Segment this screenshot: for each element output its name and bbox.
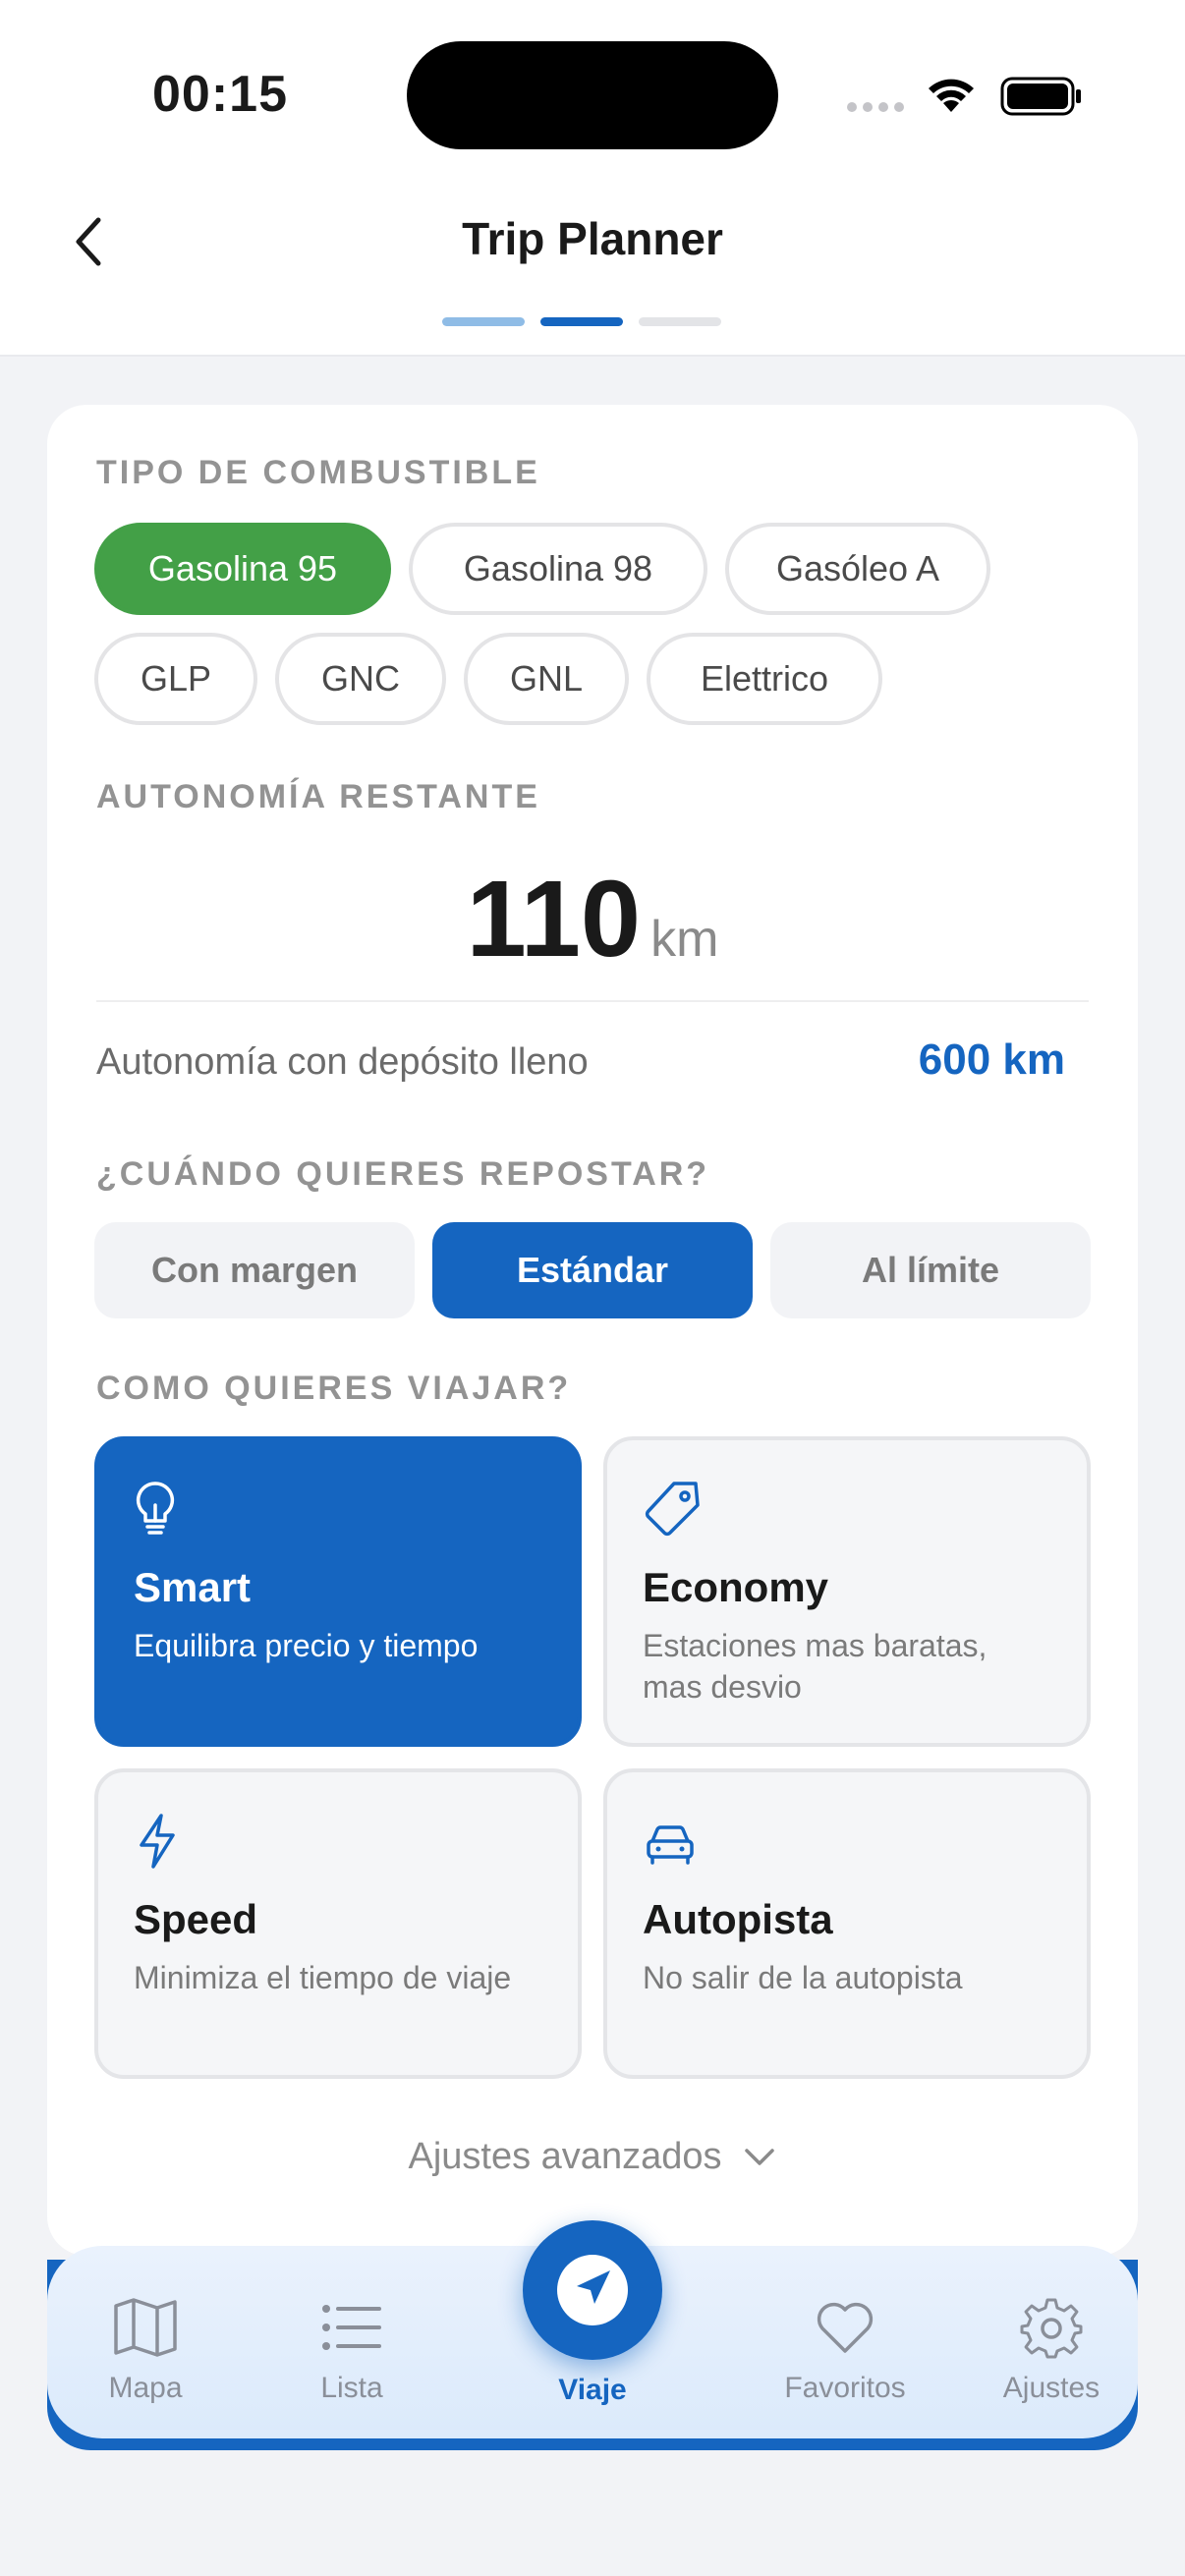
price-tag-icon: [645, 1482, 700, 1537]
nav-label: Lista: [320, 2372, 383, 2404]
step-indicator-2: [540, 317, 623, 326]
page-title: Trip Planner: [462, 213, 723, 264]
travel-mode-label: COMO QUIERES VIAJAR?: [96, 1370, 572, 1407]
remaining-range-label: AUTONOMÍA RESTANTE: [96, 778, 540, 815]
mode-description: Equilibra precio y tiempo: [134, 1628, 479, 1663]
step-progress: [442, 317, 721, 326]
fuel-chip-gasoleo-a[interactable]: Gasóleo A: [725, 523, 990, 615]
refuel-when-label: ¿CUÁNDO QUIERES REPOSTAR?: [96, 1155, 710, 1193]
nav-item-ajustes[interactable]: Ajustes: [953, 2293, 1150, 2405]
fuel-chip-gasolina-95[interactable]: Gasolina 95: [94, 523, 391, 615]
mode-description: No salir de la autopista: [643, 1960, 963, 1995]
map-icon: [114, 2298, 177, 2357]
lightbulb-icon: [136, 1482, 175, 1535]
mode-title: Economy: [643, 1564, 829, 1610]
dynamic-island: [407, 41, 778, 149]
nav-label: Favoritos: [784, 2372, 906, 2404]
full-tank-range-value[interactable]: 600 km: [919, 1036, 1065, 1085]
bottom-navigation: Mapa Lista Viaje Favoritos Ajustes: [47, 2220, 1138, 2438]
fuel-chip-gnc[interactable]: GNC: [275, 633, 446, 725]
step-indicator-3: [639, 317, 721, 326]
nav-label: Ajustes: [1002, 2372, 1100, 2404]
mode-card-autopista[interactable]: Autopista No salir de la autopista: [603, 1768, 1091, 2079]
status-time: 00:15: [152, 66, 288, 123]
heart-icon: [817, 2302, 874, 2353]
remaining-range-value: 110 km: [47, 857, 1138, 981]
chevron-down-icon: [745, 2148, 775, 2165]
advanced-settings-label: Ajustes avanzados: [408, 2136, 722, 2177]
car-icon: [647, 1825, 694, 1865]
top-header: 00:15 Trip Planner: [0, 0, 1185, 357]
navigation-arrow-icon: [557, 2255, 628, 2325]
battery-icon: [1000, 77, 1081, 116]
range-number: 110: [466, 859, 642, 980]
mode-card-speed[interactable]: Speed Minimiza el tiempo de viaje: [94, 1768, 582, 2079]
advanced-settings-toggle[interactable]: Ajustes avanzados: [47, 2136, 1138, 2178]
mode-title: Smart: [134, 1564, 252, 1610]
nav-item-mapa[interactable]: Mapa: [47, 2293, 244, 2405]
nav-item-viaje[interactable]: [523, 2220, 662, 2360]
gear-icon: [1020, 2298, 1083, 2359]
fuel-chip-glp[interactable]: GLP: [94, 633, 257, 725]
refuel-option-al-limite[interactable]: Al límite: [770, 1222, 1091, 1318]
lightning-icon: [140, 1814, 175, 1869]
refuel-option-con-margen[interactable]: Con margen: [94, 1222, 415, 1318]
nav-label-viaje: Viaje: [558, 2374, 627, 2406]
cellular-signal-icon: [847, 102, 904, 112]
nav-item-lista[interactable]: Lista: [254, 2293, 450, 2405]
step-indicator-1: [442, 317, 525, 326]
mode-description: Estaciones mas baratas, mas desvio: [643, 1628, 988, 1705]
fuel-chip-gnl[interactable]: GNL: [464, 633, 629, 725]
list-icon: [322, 2305, 381, 2350]
mode-card-smart[interactable]: Smart Equilibra precio y tiempo: [94, 1436, 582, 1747]
fuel-type-label: TIPO DE COMBUSTIBLE: [96, 454, 540, 491]
range-unit: km: [650, 911, 719, 968]
fuel-chip-gasolina-98[interactable]: Gasolina 98: [409, 523, 707, 615]
mode-title: Autopista: [643, 1896, 833, 1942]
mode-description: Minimiza el tiempo de viaje: [134, 1960, 512, 1995]
mode-title: Speed: [134, 1896, 258, 1942]
fuel-chip-elettrico[interactable]: Elettrico: [647, 633, 882, 725]
trip-settings-card: TIPO DE COMBUSTIBLE Gasolina 95 Gasolina…: [47, 405, 1138, 2256]
full-tank-range-label: Autonomía con depósito lleno: [96, 1041, 589, 1083]
mode-card-economy[interactable]: Economy Estaciones mas baratas, mas desv…: [603, 1436, 1091, 1747]
nav-label: Mapa: [108, 2372, 183, 2404]
refuel-option-estandar[interactable]: Estándar: [432, 1222, 753, 1318]
wifi-icon: [929, 79, 974, 112]
divider: [96, 1000, 1089, 1002]
nav-item-favoritos[interactable]: Favoritos: [747, 2293, 943, 2405]
